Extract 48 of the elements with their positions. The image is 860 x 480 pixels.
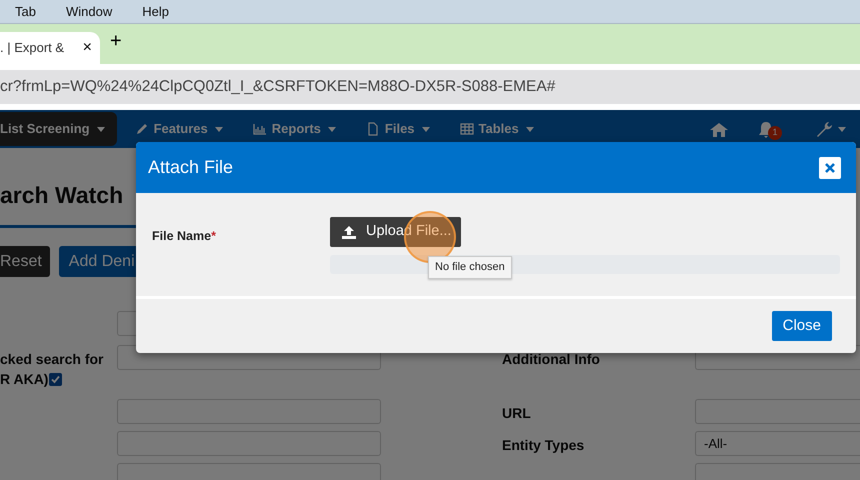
caret-icon [96, 126, 105, 132]
field-label: Additional Info [502, 350, 601, 369]
action-button[interactable]: Add Deni [58, 246, 139, 277]
action-button[interactable]: Reset [0, 246, 50, 277]
home-icon [710, 122, 728, 136]
nav-menu[interactable]: Reports [252, 119, 336, 139]
upload-icon [342, 226, 356, 238]
file-icon [366, 122, 380, 136]
select-field[interactable]: -All- [695, 431, 860, 456]
address-bar[interactable]: cr?frmLp=WQ%24%24ClpCQ0Ztl_I_&CSRFTOKEN=M88O-DX5R-S088-EMEA# [0, 70, 860, 104]
notification-badge: 1 [768, 126, 782, 140]
browser-tab[interactable]: . | Export & × [0, 32, 100, 64]
menu-item[interactable]: Tab [0, 2, 51, 22]
caret-icon [422, 126, 430, 132]
nav-menu[interactable]: Features [134, 119, 223, 139]
menu-item[interactable]: Help [127, 2, 184, 22]
input-field[interactable] [117, 431, 381, 456]
pencil-icon [134, 122, 149, 136]
table-icon [460, 122, 474, 136]
input-field[interactable] [695, 399, 860, 424]
menu-item[interactable]: Window [50, 2, 128, 22]
new-tab-button[interactable]: + [110, 31, 122, 51]
nav-menu[interactable]: List Screening [0, 112, 117, 146]
field-label: URL [502, 404, 532, 423]
settings-button[interactable] [816, 120, 846, 138]
caret-icon [838, 126, 846, 132]
page-heading: arch Watch [0, 181, 124, 207]
close-button[interactable]: Close [772, 311, 832, 341]
tab-title: . | Export & [0, 39, 64, 58]
field-label: File Name* [152, 228, 217, 245]
field-label: Entity Types [502, 436, 586, 455]
tab-close-button[interactable]: × [82, 40, 92, 56]
modal-title: Attach File [148, 156, 234, 178]
nav-menu[interactable]: Tables [460, 119, 534, 139]
nav-menu[interactable]: Files [366, 119, 430, 139]
field-label: cked search for [0, 350, 104, 369]
caret-icon [526, 126, 534, 132]
bar-chart-icon [252, 122, 267, 136]
checkbox[interactable] [49, 372, 62, 386]
close-button[interactable] [819, 156, 841, 178]
close-icon [825, 162, 835, 172]
tooltip: No file chosen [428, 256, 512, 278]
wrench-icon [816, 120, 833, 138]
field-label: R AKA) [0, 369, 117, 389]
input-field[interactable] [117, 399, 381, 424]
home-button[interactable] [710, 122, 728, 136]
caret-icon [328, 126, 336, 132]
caret-icon [214, 126, 223, 132]
